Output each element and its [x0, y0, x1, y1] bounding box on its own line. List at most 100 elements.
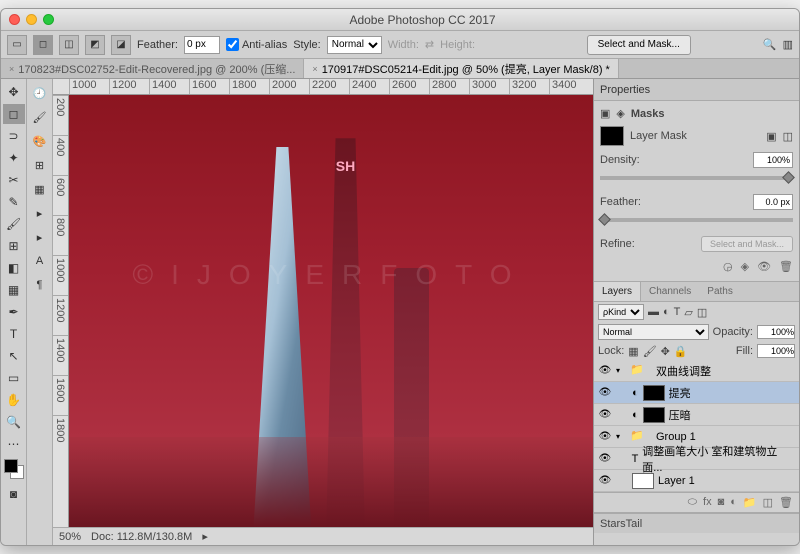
channels-tab[interactable]: Channels	[641, 282, 699, 301]
layer-fx-icon[interactable]: fx	[703, 496, 712, 509]
subtract-selection-icon[interactable]: ◩	[85, 35, 105, 55]
starstail-panel[interactable]: StarsTail	[594, 513, 799, 533]
swatches-icon[interactable]: 🎨	[29, 130, 51, 152]
select-and-mask-button[interactable]: Select and Mask...	[587, 35, 691, 55]
lock-position-icon[interactable]: ✥	[661, 345, 670, 358]
mask-thumbnail[interactable]	[600, 126, 624, 146]
minimize-icon[interactable]	[26, 14, 37, 25]
vector-mask-icon[interactable]: ◈	[616, 107, 624, 120]
close-tab-icon[interactable]: ×	[9, 64, 14, 74]
close-tab-icon[interactable]: ×	[312, 64, 317, 74]
tool-preset-icon[interactable]: ▭	[7, 35, 27, 55]
lasso-tool[interactable]: ⊃	[3, 126, 25, 146]
mask-thumbnail[interactable]	[643, 407, 665, 423]
delete-mask-icon[interactable]: 🗑	[779, 260, 793, 273]
filter-smart-icon[interactable]: ◫	[697, 306, 707, 319]
expand-icon[interactable]: ▸	[29, 202, 51, 224]
document-tab[interactable]: ×170823#DSC02752-Edit-Recovered.jpg @ 20…	[1, 59, 304, 78]
layer-item[interactable]: 👁◐压暗	[594, 404, 799, 426]
feather-input[interactable]	[753, 194, 793, 210]
style-select[interactable]: Normal	[327, 36, 382, 54]
layer-thumbnail[interactable]	[632, 473, 654, 489]
crop-tool[interactable]: ✂	[3, 170, 25, 190]
layer-item[interactable]: 👁Layer 1	[594, 470, 799, 492]
visibility-icon[interactable]: 👁	[598, 431, 612, 442]
intersect-selection-icon[interactable]: ◪	[111, 35, 131, 55]
adjustment-layer-icon[interactable]: ◐	[730, 496, 737, 509]
disable-mask-icon[interactable]: 👁	[757, 260, 771, 273]
close-icon[interactable]	[9, 14, 20, 25]
search-icon[interactable]: 🔍	[763, 38, 777, 51]
zoom-level[interactable]: 50%	[59, 531, 81, 543]
history-icon[interactable]: 🕘	[29, 82, 51, 104]
feather-input[interactable]	[184, 36, 220, 54]
clone-tool[interactable]: ⊞	[3, 236, 25, 256]
load-selection-icon[interactable]: ◶	[723, 260, 733, 273]
character-icon[interactable]: A	[29, 250, 51, 272]
zoom-tool[interactable]: 🔍	[3, 412, 25, 432]
lock-paint-icon[interactable]: 🖌	[643, 345, 657, 358]
marquee-tool[interactable]: ◻	[3, 104, 25, 124]
lock-transparent-icon[interactable]: ▦	[628, 345, 638, 358]
document-tab[interactable]: ×170917#DSC05214-Edit.jpg @ 50% (提亮, Lay…	[304, 59, 618, 78]
canvas[interactable]: ©IJOYERFOTO	[69, 95, 593, 527]
filter-adj-icon[interactable]: ◐	[663, 306, 670, 318]
workspace-icon[interactable]: ▥	[783, 38, 793, 51]
quick-mask-icon[interactable]: ◙	[3, 484, 25, 504]
new-group-icon[interactable]: 📁	[743, 496, 757, 509]
more-tools-icon[interactable]: ⋯	[3, 434, 25, 454]
paragraph-icon[interactable]: ¶	[29, 274, 51, 296]
add-selection-icon[interactable]: ◫	[59, 35, 79, 55]
brush-preset-icon[interactable]: 🖌	[29, 106, 51, 128]
paths-tab[interactable]: Paths	[699, 282, 741, 301]
brush-tool[interactable]: 🖌	[3, 214, 25, 234]
new-selection-icon[interactable]: ◻	[33, 35, 53, 55]
mask-thumbnail[interactable]	[643, 385, 665, 401]
eyedropper-tool[interactable]: ✎	[3, 192, 25, 212]
color-swatches[interactable]	[4, 459, 24, 479]
select-and-mask-button[interactable]: Select and Mask...	[701, 236, 793, 252]
status-arrow-icon[interactable]: ▸	[202, 530, 208, 543]
disclosure-icon[interactable]: ▾	[616, 432, 626, 441]
apply-mask-icon[interactable]: ◈	[741, 260, 749, 273]
visibility-icon[interactable]: 👁	[598, 365, 612, 376]
visibility-icon[interactable]: 👁	[598, 475, 612, 486]
type-tool[interactable]: T	[3, 324, 25, 344]
add-vector-mask-icon[interactable]: ◫	[783, 130, 793, 143]
layer-item[interactable]: 👁◐提亮	[594, 382, 799, 404]
opacity-input[interactable]	[757, 325, 795, 339]
link-layers-icon[interactable]: ⬭	[688, 496, 697, 509]
panel-header[interactable]: Properties	[594, 79, 799, 101]
blend-mode-select[interactable]: Normal	[598, 324, 709, 340]
magic-wand-tool[interactable]: ✦	[3, 148, 25, 168]
filter-shape-icon[interactable]: ▱	[684, 306, 692, 319]
filter-pixel-icon[interactable]: ▬	[648, 306, 659, 318]
layer-item[interactable]: 👁T调整画笔大小 室和建筑物立面...	[594, 448, 799, 470]
actions-icon[interactable]: ▸	[29, 226, 51, 248]
feather-slider[interactable]	[600, 218, 793, 222]
move-tool[interactable]: ✥	[3, 82, 25, 102]
eraser-tool[interactable]: ◧	[3, 258, 25, 278]
disclosure-icon[interactable]: ▾	[616, 366, 626, 375]
fill-input[interactable]	[757, 344, 795, 358]
layer-filter-select[interactable]: ρKind	[598, 304, 644, 320]
anti-alias-checkbox[interactable]: Anti-alias	[226, 38, 287, 51]
gradient-tool[interactable]: ▦	[3, 280, 25, 300]
navigator-icon[interactable]: ▦	[29, 178, 51, 200]
lock-all-icon[interactable]: 🔒	[674, 345, 688, 358]
path-tool[interactable]: ↖	[3, 346, 25, 366]
add-pixel-mask-icon[interactable]: ▣	[766, 130, 776, 143]
maximize-icon[interactable]	[43, 14, 54, 25]
clone-source-icon[interactable]: ⊞	[29, 154, 51, 176]
new-layer-icon[interactable]: ◫	[763, 496, 773, 509]
visibility-icon[interactable]: 👁	[598, 409, 612, 420]
delete-layer-icon[interactable]: 🗑	[779, 496, 793, 509]
layer-group[interactable]: 👁▾📁双曲线调整	[594, 360, 799, 382]
pen-tool[interactable]: ✒	[3, 302, 25, 322]
layers-tab[interactable]: Layers	[594, 282, 641, 301]
visibility-icon[interactable]: 👁	[598, 453, 612, 464]
add-mask-icon[interactable]: ◙	[718, 496, 725, 509]
shape-tool[interactable]: ▭	[3, 368, 25, 388]
density-slider[interactable]	[600, 176, 793, 180]
visibility-icon[interactable]: 👁	[598, 387, 612, 398]
